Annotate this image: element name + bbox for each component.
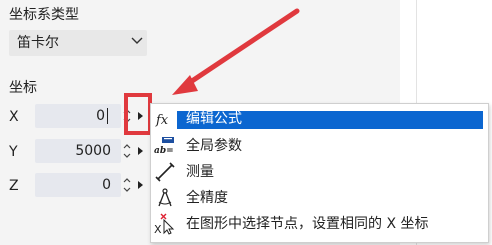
menu-item-label: 全局参数 [186, 138, 242, 154]
menu-item-full-precision[interactable]: 全精度 [151, 185, 488, 211]
svg-text:fx: fx [155, 113, 169, 128]
svg-text:X: X [154, 223, 162, 235]
menu-item-global-params[interactable]: ab= 全局参数 [151, 133, 488, 159]
menu-item-label: 在图形中选择节点，设置相同的 X 坐标 [186, 216, 429, 232]
menu-item-label: 测量 [186, 164, 214, 180]
menu-item-label: 全精度 [186, 190, 228, 206]
global-params-icon: ab= [154, 137, 174, 156]
menu-item-select-node-same-x[interactable]: X 在图形中选择节点，设置相同的 X 坐标 [151, 211, 488, 237]
formula-context-menu: fx 编辑公式 ab= 全局参数 测量 全精度 X 在图形中选择节点，设置相同的… [150, 103, 489, 243]
svg-text:ab=: ab= [154, 146, 174, 156]
select-node-icon: X [154, 213, 175, 235]
menu-item-edit-formula[interactable]: fx 编辑公式 [151, 106, 488, 132]
measure-icon [155, 162, 175, 182]
menu-item-label: 编辑公式 [186, 111, 242, 127]
formula-fx-icon: fx [155, 113, 169, 128]
menu-item-measure[interactable]: 测量 [151, 159, 488, 185]
annotation-highlight-box [124, 93, 152, 135]
compass-precision-icon [158, 188, 172, 207]
